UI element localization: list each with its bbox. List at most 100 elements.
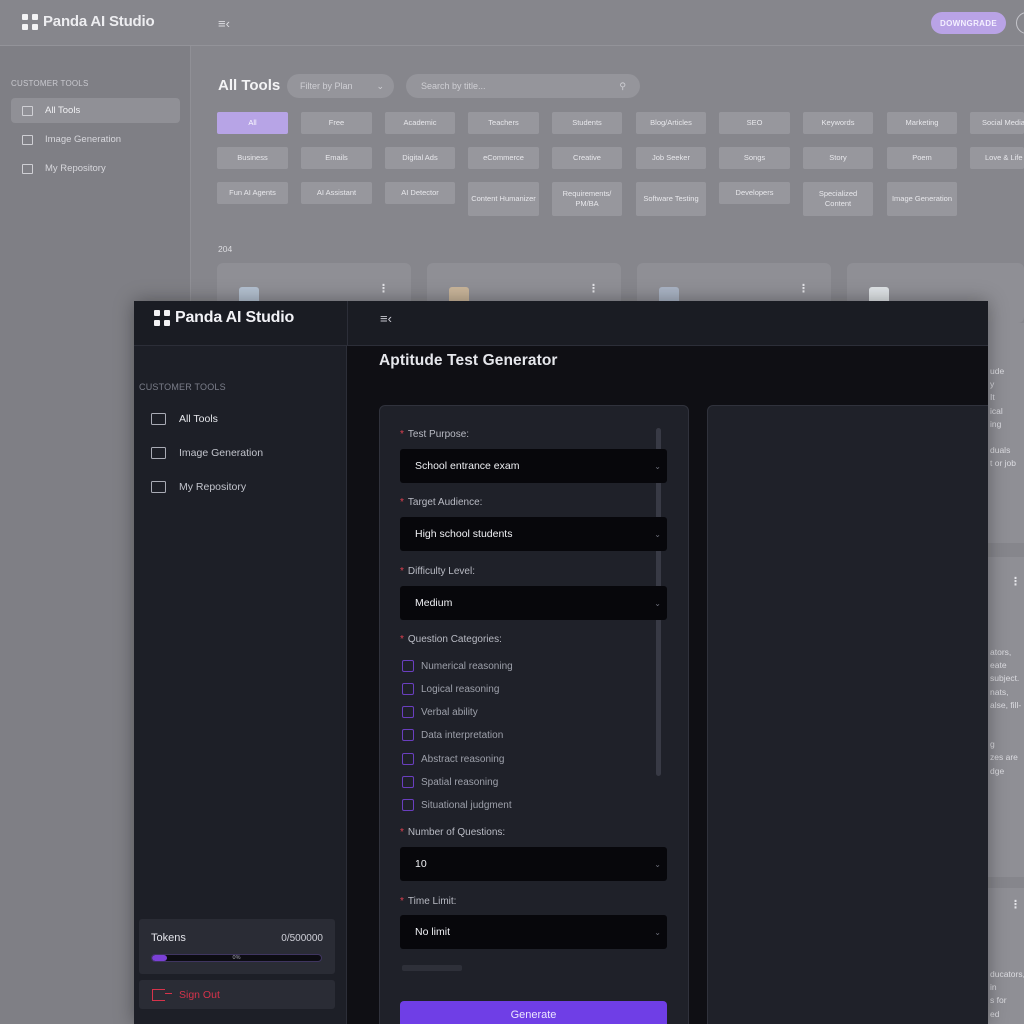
checkbox-icon[interactable]: [402, 706, 414, 718]
tokens-percent: 0%: [232, 955, 241, 961]
bg-menu-toggle-icon[interactable]: ≡‹: [218, 16, 230, 31]
more-options-icon[interactable]: ⋮: [588, 282, 599, 295]
bg-sidebar-item-all-tools[interactable]: All Tools: [11, 98, 180, 123]
grid-icon: [22, 105, 33, 116]
sign-out-button[interactable]: Sign Out: [139, 980, 335, 1009]
chip-specialized-content[interactable]: Specialized Content: [803, 182, 873, 216]
more-options-icon[interactable]: ⋮: [378, 282, 389, 295]
chip-story[interactable]: Story: [803, 147, 873, 169]
bg-search-placeholder: Search by title...: [421, 81, 486, 91]
chip-marketing[interactable]: Marketing: [887, 112, 957, 134]
bg-card-text: ators, eate subject. nats, alse, fill- g zes …: [990, 647, 1022, 776]
checkbox-icon[interactable]: [402, 729, 414, 741]
generate-button[interactable]: Generate: [400, 1001, 667, 1024]
aptitude-test-window: Panda AI Studio ≡‹ CUSTOMER TOOLS All To…: [134, 301, 988, 1024]
chip-creative[interactable]: Creative: [552, 147, 622, 169]
chevron-down-icon: ⌄: [654, 598, 661, 608]
checkbox-icon[interactable]: [402, 753, 414, 765]
fg-logo[interactable]: Panda AI Studio: [154, 309, 294, 327]
chip-all[interactable]: All: [217, 112, 288, 134]
category-checkbox-numerical[interactable]: Numerical reasoning: [402, 659, 513, 673]
sign-out-label: Sign Out: [179, 988, 220, 1001]
category-checkbox-verbal[interactable]: Verbal ability: [402, 705, 478, 719]
category-checkbox-situational[interactable]: Situational judgment: [402, 798, 512, 812]
test-purpose-label: * Test Purpose:: [400, 429, 470, 440]
chip-emails[interactable]: Emails: [301, 147, 372, 169]
bg-search-input[interactable]: Search by title... ⚲: [406, 74, 640, 98]
checkbox-icon[interactable]: [402, 683, 414, 695]
fg-sidebar-item-my-repository[interactable]: My Repository: [151, 477, 246, 497]
tokens-count: 0/500000: [281, 933, 323, 944]
bg-filter-select[interactable]: Filter by Plan ⌄: [287, 74, 394, 98]
target-audience-label: * Target Audience:: [400, 497, 483, 508]
bg-sidebar-item-image-generation[interactable]: Image Generation: [11, 127, 180, 152]
tokens-panel: Tokens 0/500000 0%: [139, 919, 335, 974]
difficulty-label: * Difficulty Level:: [400, 566, 475, 577]
chip-students[interactable]: Students: [552, 112, 622, 134]
category-checkbox-logical[interactable]: Logical reasoning: [402, 682, 499, 696]
checkbox-icon[interactable]: [402, 660, 414, 672]
chip-software-testing[interactable]: Software Testing: [636, 182, 706, 216]
chip-keywords[interactable]: Keywords: [803, 112, 873, 134]
bg-card-text: ude y It ical ing duals t or job: [990, 366, 1016, 469]
chip-teachers[interactable]: Teachers: [468, 112, 539, 134]
chip-content-humanizer[interactable]: Content Humanizer: [468, 182, 539, 216]
fg-sidebar-item-all-tools[interactable]: All Tools: [151, 409, 218, 429]
chip-love-life[interactable]: Love & Life: [970, 147, 1024, 169]
chip-free[interactable]: Free: [301, 112, 372, 134]
chip-poem[interactable]: Poem: [887, 147, 957, 169]
grid-icon: [151, 413, 166, 425]
chip-academic[interactable]: Academic: [385, 112, 455, 134]
time-limit-value: No limit: [415, 926, 451, 938]
chip-job-seeker[interactable]: Job Seeker: [636, 147, 706, 169]
chip-ecommerce[interactable]: eCommerce: [468, 147, 539, 169]
tokens-label: Tokens: [151, 932, 186, 944]
chip-digital-ads[interactable]: Digital Ads: [385, 147, 455, 169]
fg-brand-name: Panda AI Studio: [175, 309, 295, 326]
fg-sidebar-item-label: All Tools: [179, 413, 218, 425]
chip-fun-ai-agents[interactable]: Fun AI Agents: [217, 182, 288, 204]
category-checkbox-abstract[interactable]: Abstract reasoning: [402, 752, 504, 766]
folders-icon: [22, 163, 33, 174]
num-questions-select[interactable]: 10 ⌄: [400, 847, 667, 881]
folders-icon: [151, 481, 166, 493]
categories-label: * Question Categories:: [400, 634, 502, 645]
target-audience-select[interactable]: High school students ⌄: [400, 517, 667, 551]
checkbox-icon[interactable]: [402, 799, 414, 811]
image-icon: [22, 134, 33, 145]
bg-sidebar-item-label: Image Generation: [45, 134, 122, 145]
chip-social-media[interactable]: Social Media: [970, 112, 1024, 134]
chip-business[interactable]: Business: [217, 147, 288, 169]
category-checkbox-data[interactable]: Data interpretation: [402, 728, 503, 742]
tokens-progress-bar: 0%: [151, 954, 322, 962]
bg-card-text: ducators, in s for ed: [990, 969, 1024, 1019]
test-purpose-value: School entrance exam: [415, 460, 520, 472]
checkbox-icon[interactable]: [402, 776, 414, 788]
fg-sidebar-item-image-generation[interactable]: Image Generation: [151, 443, 263, 463]
difficulty-value: Medium: [415, 597, 453, 609]
difficulty-select[interactable]: Medium ⌄: [400, 586, 667, 620]
more-options-icon[interactable]: ⋮: [1010, 575, 1021, 588]
more-options-icon[interactable]: ⋮: [798, 282, 809, 295]
more-options-icon[interactable]: ⋮: [1010, 898, 1021, 911]
chip-developers[interactable]: Developers: [719, 182, 790, 204]
time-limit-select[interactable]: No limit ⌄: [400, 915, 667, 949]
category-checkbox-spatial[interactable]: Spatial reasoning: [402, 775, 498, 789]
chip-image-generation[interactable]: Image Generation: [887, 182, 957, 216]
chip-songs[interactable]: Songs: [719, 147, 790, 169]
page-title: Aptitude Test Generator: [379, 352, 558, 369]
panda-logo-icon: [154, 310, 170, 326]
fg-menu-toggle-icon[interactable]: ≡‹: [380, 311, 392, 326]
logout-icon: [152, 988, 172, 1001]
chip-requirements-pm-ba[interactable]: Requirements/ PM/BA: [552, 182, 622, 216]
bg-logo[interactable]: Panda AI Studio: [22, 13, 155, 30]
chevron-down-icon: ⌄: [376, 80, 384, 91]
chip-blog-articles[interactable]: Blog/Articles: [636, 112, 706, 134]
test-purpose-select[interactable]: School entrance exam ⌄: [400, 449, 667, 483]
chip-ai-assistant[interactable]: AI Assistant: [301, 182, 372, 204]
chip-ai-detector[interactable]: AI Detector: [385, 182, 455, 204]
chevron-down-icon: ⌄: [654, 859, 661, 869]
bg-downgrade-button[interactable]: DOWNGRADE: [931, 12, 1006, 34]
chip-seo[interactable]: SEO: [719, 112, 790, 134]
bg-sidebar-item-my-repository[interactable]: My Repository: [11, 156, 180, 181]
